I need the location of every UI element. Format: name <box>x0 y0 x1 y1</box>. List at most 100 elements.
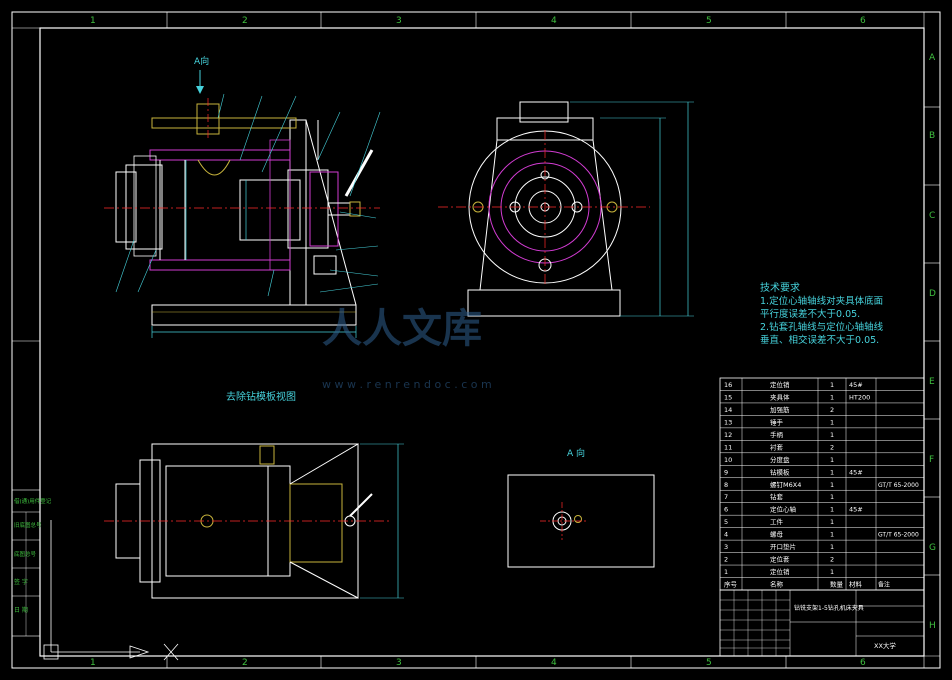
column-label: 1 <box>90 658 96 668</box>
parts-cell-no: 12 <box>724 431 732 439</box>
parts-cell-qty: 数量 <box>830 580 844 589</box>
parts-cell-name: 名称 <box>770 580 784 589</box>
parts-cell-no: 8 <box>724 481 728 489</box>
cad-drawing-canvas: 1 2 3 4 5 6 1 2 3 4 5 6 A B C D E F G H … <box>11 11 941 669</box>
parts-cell-name: 加强筋 <box>770 405 790 414</box>
column-label: 6 <box>860 658 866 668</box>
parts-cell-material: 45# <box>849 381 863 389</box>
tech-req-line: 2.钻套孔轴线与定位心轴轴线 <box>760 321 884 333</box>
column-label: 6 <box>860 16 866 26</box>
parts-cell-qty: 1 <box>830 568 834 576</box>
column-label: 5 <box>706 658 712 668</box>
row-label: A <box>929 53 936 63</box>
parts-list: 16 定位销 1 45#15 夹具体 1 HT20014 加强筋 213 锤手 112 手柄 111 衬套… <box>719 377 925 591</box>
parts-cell-name: 钻套 <box>770 492 784 501</box>
drawing-title: 钻铣支架1-5钻孔机床夹具 <box>794 604 864 612</box>
parts-cell-qty: 1 <box>830 393 834 401</box>
tech-req-line: 平行度误差不大于0.05. <box>760 308 860 320</box>
parts-cell-qty: 1 <box>830 518 834 526</box>
unit-name: XX大学 <box>874 641 896 650</box>
parts-cell-name: 衬套 <box>770 442 784 451</box>
row-label: F <box>929 455 934 465</box>
parts-cell-qty: 1 <box>830 456 834 464</box>
parts-cell-name: 螺母 <box>770 530 784 539</box>
parts-cell-name: 锤手 <box>770 417 784 426</box>
parts-cell-name: 定位套 <box>770 555 790 564</box>
side-stamp: 借(通)用件登记 旧底图总号 底图总号 签 字 日 期 <box>11 489 52 637</box>
tech-req-line: 垂直、相交误差不大于0.05. <box>760 334 879 346</box>
row-label: B <box>929 131 935 141</box>
watermark-url: w w w . r e n r e n d o c . c o m <box>322 378 492 391</box>
parts-cell-no: 7 <box>724 493 728 501</box>
row-label: E <box>929 377 935 387</box>
parts-cell-qty: 2 <box>830 443 834 451</box>
ucs-icon <box>43 520 179 661</box>
parts-cell-no: 4 <box>724 531 728 539</box>
parts-cell-name: 手柄 <box>770 430 784 439</box>
parts-cell-no: 6 <box>724 506 728 514</box>
parts-cell-qty: 2 <box>830 406 834 414</box>
parts-cell-no: 11 <box>724 443 732 451</box>
parts-cell-qty: 1 <box>830 468 834 476</box>
parts-cell-name: 工件 <box>770 517 784 526</box>
row-label: C <box>929 211 935 221</box>
parts-cell-qty: 1 <box>830 506 834 514</box>
watermark-text: 人人文库 <box>322 306 482 352</box>
title-block: 钻铣支架1-5钻孔机床夹具 XX大学 <box>719 589 925 657</box>
parts-cell-no: 3 <box>724 543 728 551</box>
column-label: 3 <box>396 658 402 668</box>
column-label: 4 <box>551 16 557 26</box>
main-section-view: A向 <box>104 55 381 338</box>
column-label: 2 <box>242 16 248 26</box>
parts-cell-qty: 1 <box>830 543 834 551</box>
side-view <box>438 101 694 317</box>
parts-cell-name: 开口垫片 <box>770 542 796 551</box>
parts-cell-name: 钻模板 <box>770 467 790 476</box>
parts-cell-name: 定位销 <box>770 380 790 389</box>
parts-cell-no: 15 <box>724 393 732 401</box>
parts-cell-material: HT200 <box>849 393 870 401</box>
stamp-label: 日 期 <box>14 606 28 614</box>
parts-cell-name: 定位销 <box>770 567 790 576</box>
stamp-label: 底图总号 <box>14 550 37 558</box>
column-label: 3 <box>396 16 402 26</box>
parts-cell-qty: 1 <box>830 418 834 426</box>
tech-req-line: 1.定位心轴轴线对夹具体底面 <box>760 295 883 307</box>
parts-cell-name: 定位心轴 <box>770 505 797 514</box>
row-label: D <box>929 289 936 299</box>
removed-plate-view: 去除钻模板视图 <box>104 390 404 599</box>
parts-cell-no: 13 <box>724 418 732 426</box>
removed-plate-title: 去除钻模板视图 <box>226 390 296 403</box>
tech-req-title: 技术要求 <box>760 281 800 294</box>
tech-requirements: 技术要求 1.定位心轴轴线对夹具体底面 平行度误差不大于0.05. 2.钻套孔轴… <box>760 281 884 346</box>
parts-cell-no: 9 <box>724 468 728 476</box>
column-label: 2 <box>242 658 248 668</box>
stamp-label: 签 字 <box>14 578 28 586</box>
parts-cell-qty: 1 <box>830 381 834 389</box>
stamp-label: 借(通)用件登记 <box>14 497 52 505</box>
column-label: 1 <box>90 16 96 26</box>
parts-cell-qty: 1 <box>830 431 834 439</box>
parts-cell-qty: 2 <box>830 556 834 564</box>
parts-cell-qty: 1 <box>830 531 834 539</box>
parts-cell-no: 2 <box>724 556 728 564</box>
parts-cell-material: 材料 <box>849 580 863 589</box>
view-a-arrow-label: A向 <box>194 55 209 67</box>
parts-cell-no: 序号 <box>724 580 738 589</box>
parts-cell-no: 5 <box>724 518 728 526</box>
parts-cell-no: 16 <box>724 381 732 389</box>
parts-cell-no: 14 <box>724 406 732 414</box>
parts-cell-remark: 备注 <box>878 581 890 589</box>
parts-cell-remark: GT/T 65-2000 <box>878 482 919 489</box>
parts-cell-name: 分度盘 <box>770 455 790 464</box>
parts-cell-no: 10 <box>724 456 732 464</box>
parts-cell-name: 夹具体 <box>770 392 790 401</box>
parts-cell-qty: 1 <box>830 493 834 501</box>
column-label: 4 <box>551 658 557 668</box>
stamp-label: 旧底图总号 <box>14 521 42 529</box>
view-a-title: A 向 <box>567 447 585 459</box>
row-label: H <box>929 621 936 631</box>
parts-cell-remark: GT/T 65-2000 <box>878 532 919 539</box>
watermark: 人人文库 w w w . r e n r e n d o c . c o m <box>322 306 492 391</box>
parts-cell-qty: 1 <box>830 481 834 489</box>
